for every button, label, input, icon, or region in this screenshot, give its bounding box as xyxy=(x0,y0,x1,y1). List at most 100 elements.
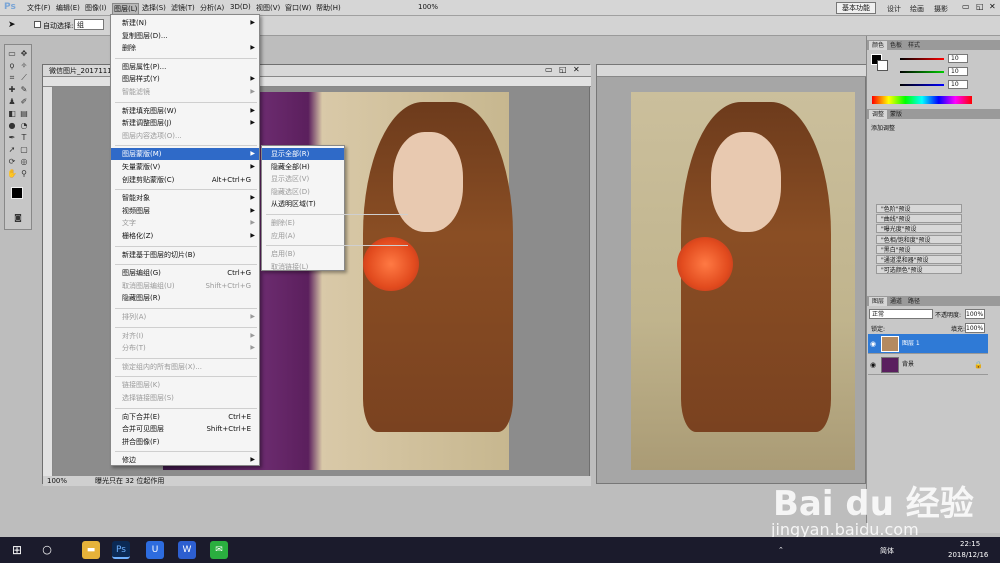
layer-menu-item-29[interactable]: 对齐(I) ▶ xyxy=(111,330,259,342)
layer-menu-item-10[interactable]: 图层内容选项(O)... xyxy=(111,130,259,142)
green-value[interactable]: 10 xyxy=(948,67,968,76)
layer-menu-item-12[interactable]: 图层蒙版(M) ▶ xyxy=(111,148,259,161)
mask-submenu-item-10[interactable]: 取消链接(L) xyxy=(262,261,344,273)
layer-menu-item-37[interactable]: 向下合并(E) Ctrl+E xyxy=(111,411,259,423)
layer-menu-item-35[interactable]: 选择链接图层(S) xyxy=(111,392,259,404)
layer-menu-item-39[interactable]: 拼合图像(F) xyxy=(111,436,259,448)
tray-chevron-icon[interactable]: ⌃ xyxy=(778,546,784,554)
menu-3d[interactable]: 3D(D) xyxy=(230,3,251,11)
workspace-design[interactable]: 设计 xyxy=(887,4,901,14)
layer-menu-item-6[interactable]: 智能滤镜 ▶ xyxy=(111,86,259,98)
wps-icon[interactable]: W xyxy=(178,541,196,559)
layer-menu-item-25[interactable]: 隐藏图层(R) xyxy=(111,292,259,304)
tab-layers[interactable]: 图层 xyxy=(869,297,888,306)
auto-select-checkbox[interactable] xyxy=(34,21,41,28)
hand-tool-icon[interactable]: ✋ xyxy=(7,169,17,178)
layer-name[interactable]: 图层 1 xyxy=(902,334,920,354)
mask-submenu-item-3[interactable]: 隐藏选区(D) xyxy=(262,186,344,198)
move-tool-icon[interactable]: ✥ xyxy=(19,49,29,58)
close-icon[interactable]: ✕ xyxy=(989,2,996,11)
layer-menu-item-19[interactable]: 栅格化(Z) ▶ xyxy=(111,230,259,242)
tab-adjustments[interactable]: 调整 xyxy=(869,110,888,119)
menu-window[interactable]: 窗口(W) xyxy=(285,3,311,13)
file-explorer-icon[interactable]: ▬ xyxy=(82,541,100,559)
history-brush-icon[interactable]: ✐ xyxy=(19,97,29,106)
blur-tool-icon[interactable]: ● xyxy=(7,121,17,130)
layer-menu-item-23[interactable]: 图层编组(G) Ctrl+G xyxy=(111,267,259,279)
layer-menu-item-4[interactable]: 图层属性(P)... xyxy=(111,61,259,73)
layer-name[interactable]: 背景 xyxy=(902,355,914,375)
layer-menu-item-34[interactable]: 链接图层(K) xyxy=(111,379,259,391)
zoom-tool-icon[interactable]: ⚲ xyxy=(19,169,29,178)
mask-submenu-item-0[interactable]: 显示全部(R) xyxy=(262,148,344,160)
mask-submenu-item-2[interactable]: 显示选区(V) xyxy=(262,173,344,185)
workspace-essentials[interactable]: 基本功能 xyxy=(836,2,876,14)
ime-indicator[interactable]: 简体 xyxy=(880,546,894,556)
doc-minimize-icon[interactable]: ▭ xyxy=(545,65,553,74)
layer-menu-item-0[interactable]: 新建(N) ▶ xyxy=(111,17,259,29)
photoshop-taskbar-icon[interactable]: Ps xyxy=(112,541,130,559)
tab-styles[interactable]: 样式 xyxy=(905,41,923,50)
workspace-photography[interactable]: 摄影 xyxy=(934,4,948,14)
minimize-icon[interactable]: ▭ xyxy=(962,2,970,11)
pen-tool-icon[interactable]: ✒ xyxy=(7,133,17,142)
menu-edit[interactable]: 编辑(E) xyxy=(56,3,80,13)
mask-submenu-item-9[interactable]: 启用(B) xyxy=(262,248,344,260)
adjust-preset-4[interactable]: "黑白"预设 xyxy=(876,244,962,254)
magic-wand-icon[interactable]: ✧ xyxy=(19,61,29,70)
layer-menu-item-9[interactable]: 新建调整图层(J) ▶ xyxy=(111,117,259,129)
layer-menu-item-41[interactable]: 修边 ▶ xyxy=(111,454,259,466)
windows-start-icon[interactable]: ⊞ xyxy=(8,541,26,559)
mask-submenu-item-6[interactable]: 删除(E) xyxy=(262,217,344,229)
path-select-icon[interactable]: ➚ xyxy=(7,145,17,154)
marquee-tool-icon[interactable]: ▭ xyxy=(7,49,17,58)
layer-menu-item-5[interactable]: 图层样式(Y) ▶ xyxy=(111,73,259,85)
brush-tool-icon[interactable]: ✎ xyxy=(19,85,29,94)
auto-select-dropdown[interactable]: 组 xyxy=(74,19,104,30)
layer-menu-item-17[interactable]: 视频图层 ▶ xyxy=(111,205,259,217)
layer-menu-item-8[interactable]: 新建填充图层(W) ▶ xyxy=(111,105,259,117)
layer-menu-item-2[interactable]: 删除 ▶ xyxy=(111,42,259,54)
lasso-tool-icon[interactable]: ϙ xyxy=(7,61,17,70)
move-tool-icon[interactable]: ➤ xyxy=(8,20,16,30)
adjust-preset-1[interactable]: "曲线"预设 xyxy=(876,214,962,224)
blue-value[interactable]: 10 xyxy=(948,80,968,89)
eye-icon[interactable]: ◉ xyxy=(870,355,876,375)
restore-icon[interactable]: ◱ xyxy=(976,2,984,11)
eye-icon[interactable]: ◉ xyxy=(870,334,876,354)
document-2-canvas[interactable] xyxy=(631,92,855,470)
layer-menu-item-30[interactable]: 分布(T) ▶ xyxy=(111,342,259,354)
layer-menu-item-18[interactable]: 文字 ▶ xyxy=(111,217,259,229)
layer-menu-item-21[interactable]: 新建基于图层的切片(B) xyxy=(111,249,259,261)
eyedropper-icon[interactable]: ⟋ xyxy=(19,73,29,82)
adjust-preset-6[interactable]: "可选颜色"预设 xyxy=(876,265,962,275)
layer-menu-item-27[interactable]: 排列(A) ▶ xyxy=(111,311,259,323)
document-2-tab[interactable] xyxy=(597,65,867,77)
shape-tool-icon[interactable]: ▢ xyxy=(19,145,29,154)
layer-menu-item-13[interactable]: 矢量蒙版(V) ▶ xyxy=(111,161,259,173)
cortana-icon[interactable]: ○ xyxy=(38,541,56,559)
healing-brush-icon[interactable]: ✚ xyxy=(7,85,17,94)
panel-background-swatch[interactable] xyxy=(877,60,888,71)
3d-camera-icon[interactable]: ◎ xyxy=(19,157,29,166)
menu-image[interactable]: 图像(I) xyxy=(85,3,107,13)
layer-menu-item-32[interactable]: 锁定组内的所有图层(X)... xyxy=(111,361,259,373)
layer-menu-item-14[interactable]: 创建剪贴蒙版(C) Alt+Ctrl+G xyxy=(111,174,259,186)
mask-submenu-item-4[interactable]: 从透明区域(T) xyxy=(262,198,344,210)
layer-row-1[interactable]: ◉ 图层 1 xyxy=(868,334,988,354)
eraser-tool-icon[interactable]: ◧ xyxy=(7,109,17,118)
tab-swatches[interactable]: 色板 xyxy=(887,41,905,50)
menu-select[interactable]: 选择(S) xyxy=(142,3,166,13)
opacity-input[interactable]: 100% xyxy=(965,309,985,319)
wechat-icon[interactable]: ✉ xyxy=(210,541,228,559)
zoom-level[interactable]: 100% xyxy=(418,3,438,11)
mask-submenu-item-7[interactable]: 应用(A) xyxy=(262,230,344,242)
layer-menu-item-24[interactable]: 取消图层编组(U) Shift+Ctrl+G xyxy=(111,280,259,292)
tab-masks[interactable]: 蒙版 xyxy=(887,110,905,119)
adjust-preset-3[interactable]: "色相/饱和度"预设 xyxy=(876,234,962,244)
dodge-tool-icon[interactable]: ◔ xyxy=(19,121,29,130)
doc-close-icon[interactable]: ✕ xyxy=(573,65,580,74)
foreground-color-swatch[interactable] xyxy=(11,187,23,199)
green-slider[interactable] xyxy=(900,71,944,73)
tab-channels[interactable]: 通道 xyxy=(887,297,905,306)
